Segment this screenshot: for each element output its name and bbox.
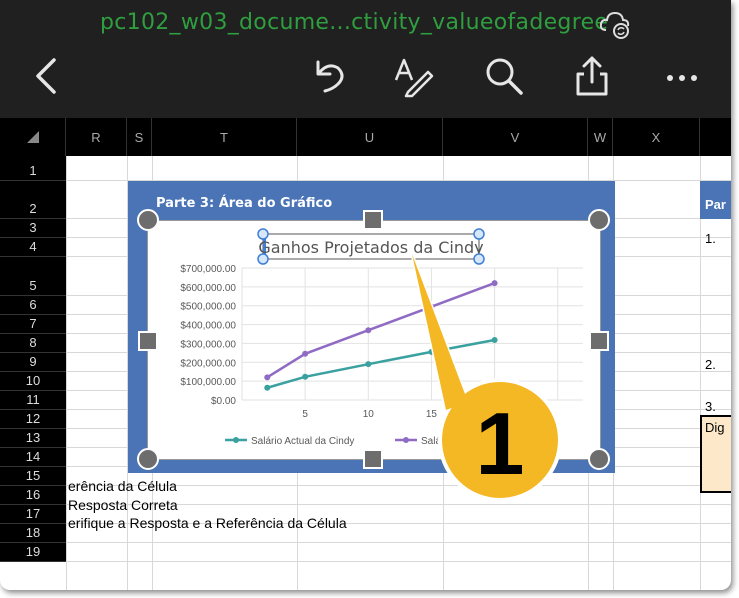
data-point [264, 384, 271, 391]
title-selection-handle[interactable] [473, 253, 485, 265]
y-tick-label: $300,000.00 [180, 339, 236, 350]
cell-r14[interactable]: erência da Célula [68, 478, 177, 494]
answer-input-text: Dig [705, 420, 725, 435]
data-point [428, 348, 435, 355]
answer-input-box[interactable]: Dig [700, 415, 731, 493]
column-header-t[interactable]: T [152, 118, 297, 156]
legend-label-2: Salário [421, 436, 453, 447]
column-header-s[interactable]: S [127, 118, 152, 156]
row-header-3[interactable]: 3 [0, 219, 66, 238]
legend-marker-1 [233, 437, 239, 443]
column-gridline [700, 156, 701, 590]
legend-label-1: Salário Actual da Cindy [251, 436, 354, 447]
title-selection-handle[interactable] [257, 228, 269, 240]
row-header-1[interactable]: 1 [0, 156, 66, 181]
series-line-2 [266, 281, 496, 379]
data-point [365, 327, 372, 334]
series-line-1 [266, 338, 495, 389]
row-header-7[interactable]: 7 [0, 315, 66, 334]
y-tick-label: $500,000.00 [180, 302, 236, 313]
row-header-6[interactable]: 6 [0, 296, 66, 315]
search-icon[interactable] [482, 54, 526, 98]
row-header-16[interactable]: 16 [0, 486, 66, 505]
x-tick-label: 5 [302, 409, 308, 420]
row-header-5[interactable]: 5 [0, 257, 66, 296]
cell-r16[interactable]: erifique a Resposta e a Referência da Cé… [68, 515, 347, 531]
row-gridline [66, 542, 731, 543]
resize-handle-bottom-right[interactable] [588, 448, 610, 470]
data-point [302, 350, 309, 357]
column-header-u[interactable]: U [297, 118, 443, 156]
right-cell-row8[interactable]: 2. [705, 357, 716, 372]
data-point [491, 280, 498, 287]
legend-marker-2 [403, 437, 409, 443]
line-chart[interactable]: Ganhos Projetados da Cindy $700,000.00 $6… [147, 220, 599, 460]
undo-icon[interactable] [308, 54, 352, 98]
column-header-w[interactable]: W [588, 118, 613, 156]
resize-handle-top-right[interactable] [588, 209, 610, 231]
row-header-12[interactable]: 12 [0, 410, 66, 429]
y-tick-label: $700,000.00 [180, 264, 236, 275]
data-point [302, 373, 309, 380]
column-gridline [66, 156, 67, 590]
cloud-sync-icon [599, 11, 630, 39]
resize-handle-bottom[interactable] [363, 449, 383, 469]
row-header-10[interactable]: 10 [0, 372, 66, 391]
row-gridline [66, 561, 731, 562]
column-header-r[interactable]: R [66, 118, 127, 156]
top-toolbar: pc102_w03_docume...ctivity_valueofadegre… [0, 0, 731, 118]
row-header-4[interactable]: 4 [0, 238, 66, 257]
row-header-8[interactable]: 8 [0, 334, 66, 353]
data-point [264, 374, 271, 381]
y-tick-label: $400,000.00 [180, 321, 236, 332]
row-header-15[interactable]: 15 [0, 467, 66, 486]
resize-handle-left[interactable] [138, 331, 158, 351]
x-tick-label: 15 [426, 409, 438, 420]
row-header-11[interactable]: 11 [0, 391, 66, 410]
right-panel-header-text: Par [705, 197, 726, 212]
row-header-14[interactable]: 14 [0, 448, 66, 467]
row-header-2[interactable]: 2 [0, 181, 66, 219]
right-cell-row3[interactable]: 1. [705, 231, 716, 246]
resize-handle-top[interactable] [363, 210, 383, 230]
cell-r15[interactable]: Resposta Correta [68, 497, 178, 513]
x-tick-label: 10 [363, 409, 375, 420]
y-tick-label: $0.00 [211, 396, 236, 407]
row-header-9[interactable]: 9 [0, 353, 66, 372]
row-header-13[interactable]: 13 [0, 429, 66, 448]
back-chevron-icon[interactable] [26, 54, 70, 98]
data-point [491, 337, 498, 344]
title-selection-handle[interactable] [257, 253, 269, 265]
data-point [428, 303, 435, 310]
data-point [365, 361, 372, 368]
column-header-v[interactable]: V [443, 118, 588, 156]
document-title[interactable]: pc102_w03_docume...ctivity_valueofadegre… [100, 10, 608, 35]
right-panel-header: Par [700, 181, 731, 219]
column-header-x[interactable]: X [613, 118, 700, 156]
chart-panel-header: Parte 3: Área do Gráfico [156, 196, 333, 211]
share-icon[interactable] [570, 54, 614, 98]
y-tick-label: $600,000.00 [180, 283, 236, 294]
column-header-next[interactable] [700, 118, 731, 156]
select-all-corner[interactable] [0, 118, 66, 156]
title-selection-handle[interactable] [473, 228, 485, 240]
resize-handle-right[interactable] [589, 331, 609, 351]
y-tick-label: $100,000.00 [180, 377, 236, 388]
y-tick-label: $200,000.00 [180, 358, 236, 369]
right-cell-row10[interactable]: 3. [705, 399, 716, 414]
chart-title[interactable]: Ganhos Projetados da Cindy [258, 238, 483, 257]
row-header-17[interactable]: 17 [0, 505, 66, 524]
more-icon[interactable] [660, 54, 704, 98]
corner-triangle-icon [26, 131, 39, 143]
row-header-18[interactable]: 18 [0, 524, 66, 543]
resize-handle-bottom-left[interactable] [137, 448, 159, 470]
resize-handle-top-left[interactable] [137, 209, 159, 231]
row-header-19[interactable]: 19 [0, 543, 66, 562]
app-window: pc102_w03_docume...ctivity_valueofadegre… [0, 0, 731, 590]
draw-pen-icon[interactable] [392, 54, 436, 98]
